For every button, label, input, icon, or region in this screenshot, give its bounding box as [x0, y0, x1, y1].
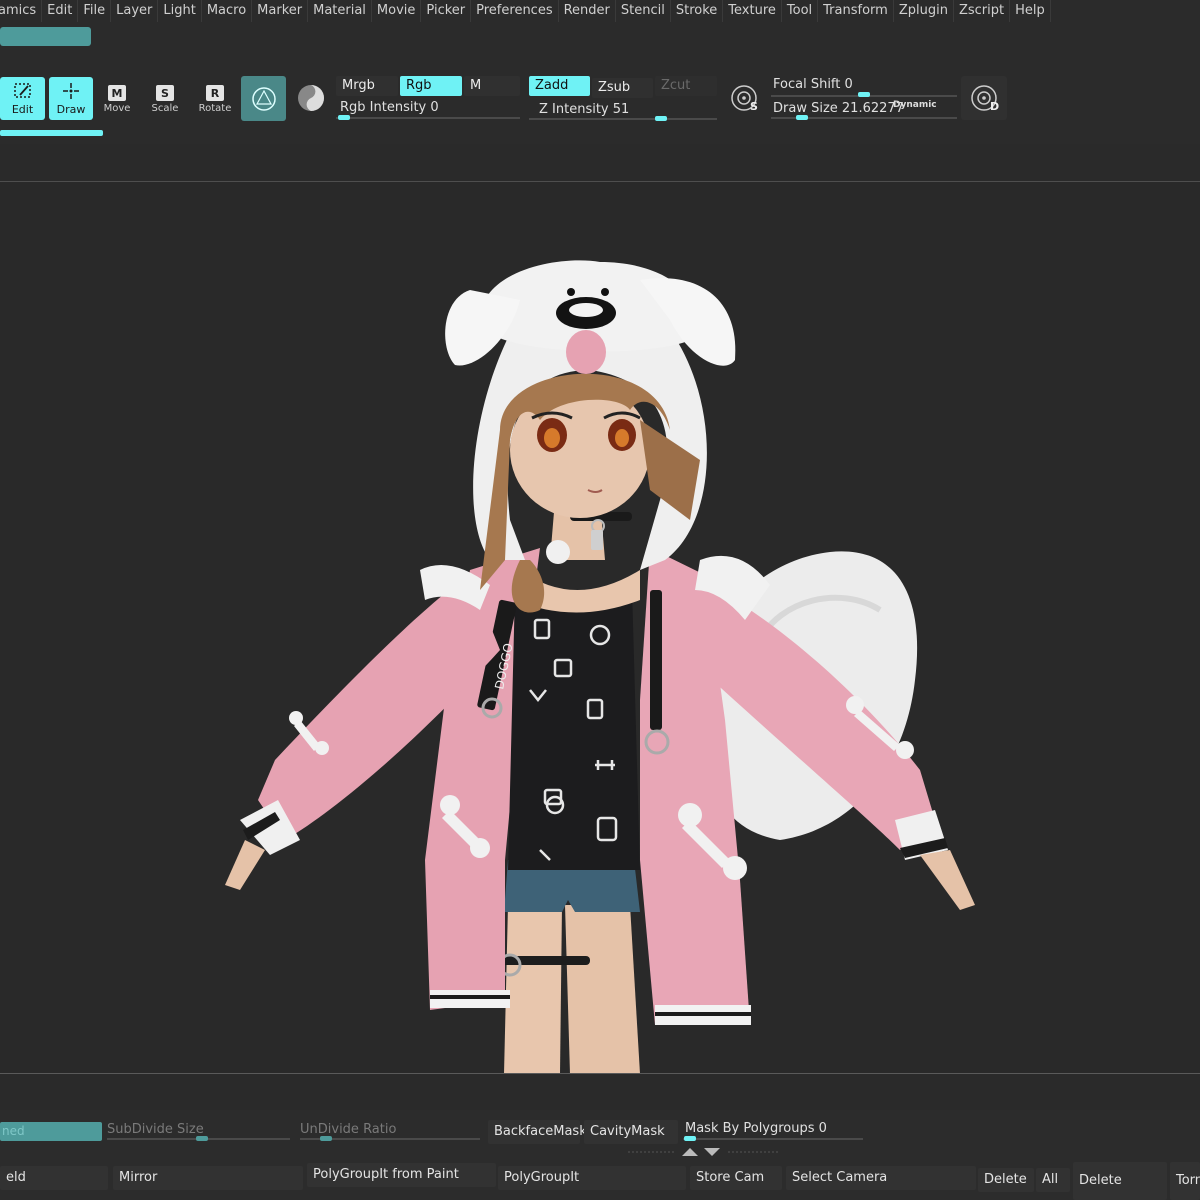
edit-icon [13, 83, 31, 98]
menu-item-stroke[interactable]: Stroke [671, 0, 724, 22]
rgb-button[interactable]: Rgb [400, 76, 462, 96]
teal-status-field[interactable] [0, 27, 91, 46]
focal-shift-label: Focal Shift 0 [773, 77, 853, 92]
draw-icon [63, 83, 79, 99]
move-button[interactable]: M Move [100, 84, 134, 114]
menu-item-tool[interactable]: Tool [782, 0, 819, 22]
menu-item-help[interactable]: Help [1010, 0, 1051, 22]
rotate-button[interactable]: R Rotate [197, 84, 233, 114]
eld-button[interactable]: eld [0, 1166, 108, 1190]
rgb-intensity-slider[interactable] [336, 117, 520, 119]
lazymouse-s-letter: S [750, 100, 758, 113]
menu-item-zscript[interactable]: Zscript [954, 0, 1011, 22]
zcut-button[interactable]: Zcut [655, 76, 717, 96]
menu-item-stencil[interactable]: Stencil [616, 0, 671, 22]
torn-button[interactable]: Torn [1170, 1162, 1200, 1200]
z-intensity-knob[interactable] [655, 116, 667, 121]
undivide-ratio-knob[interactable] [320, 1136, 332, 1141]
draw-button[interactable]: Draw [49, 77, 93, 120]
undivide-ratio-label: UnDivide Ratio [300, 1122, 397, 1137]
bottom-panel: ned SubDivide Size UnDivide Ratio Backfa… [0, 1110, 1200, 1200]
material-button[interactable] [241, 76, 286, 121]
right-leg [565, 905, 640, 1074]
delete-button[interactable]: Delete [978, 1168, 1034, 1192]
subdivide-size-label: SubDivide Size [107, 1122, 204, 1137]
material-sphere-icon [251, 86, 276, 111]
scale-label: Scale [151, 103, 179, 114]
mask-by-polygroups-label: Mask By Polygroups 0 [685, 1121, 827, 1136]
z-intensity-slider[interactable] [529, 118, 717, 120]
z-intensity-label: Z Intensity 51 [539, 102, 630, 117]
mirror-button[interactable]: Mirror [113, 1166, 303, 1190]
all-button[interactable]: All [1036, 1168, 1070, 1192]
draw-size-knob[interactable] [796, 115, 808, 120]
menu-item-light[interactable]: Light [158, 0, 202, 22]
texture-sphere-icon [298, 85, 324, 111]
draw-size-label: Draw Size 21.62277 [773, 101, 904, 116]
texture-button[interactable] [294, 78, 328, 118]
edit-label: Edit [11, 103, 34, 116]
mrgb-button[interactable]: Mrgb [336, 76, 398, 96]
ned-field[interactable]: ned [0, 1122, 102, 1141]
move-icon: M [108, 85, 126, 101]
menu-item-material[interactable]: Material [308, 0, 372, 22]
cavity-mask-button[interactable]: CavityMask [584, 1120, 678, 1144]
draw-label: Draw [56, 103, 86, 116]
move-label: Move [103, 103, 131, 114]
document-canvas[interactable]: DOGGO [0, 182, 1200, 1074]
subdivide-size-knob[interactable] [196, 1136, 208, 1141]
lazymouse-d-letter: D [990, 100, 1000, 113]
shirt [508, 588, 640, 870]
left-leg [504, 905, 562, 1074]
mask-by-polygroups-knob[interactable] [684, 1136, 696, 1141]
lazymouse-d-button[interactable]: D [961, 76, 1007, 120]
dynamic-toggle[interactable]: Dynamic [893, 100, 937, 110]
delete-large-button[interactable]: Delete [1073, 1162, 1167, 1200]
character-model-render: DOGGO [225, 260, 975, 1074]
menu-item-marker[interactable]: Marker [252, 0, 309, 22]
zadd-button[interactable]: Zadd [529, 76, 590, 96]
scale-button[interactable]: S Scale [148, 84, 182, 114]
menu-item-picker[interactable]: Picker [421, 0, 472, 22]
select-camera-button[interactable]: Select Camera [786, 1166, 976, 1190]
right-hand [920, 850, 975, 910]
mask-by-polygroups-slider[interactable] [683, 1138, 863, 1140]
rgb-intensity-label: Rgb Intensity 0 [340, 100, 439, 115]
menu-item-zplugin[interactable]: Zplugin [894, 0, 954, 22]
menu-item-movie[interactable]: Movie [372, 0, 422, 22]
zsub-button[interactable]: Zsub [592, 78, 653, 98]
menu-item-macro[interactable]: Macro [202, 0, 253, 22]
store-cam-button[interactable]: Store Cam [690, 1166, 782, 1190]
menu-item-transform[interactable]: Transform [818, 0, 894, 22]
polygroupit-button[interactable]: PolyGroupIt [498, 1166, 686, 1190]
menu-item-texture[interactable]: Texture [723, 0, 782, 22]
tongue [566, 330, 606, 374]
left-hand [225, 840, 265, 890]
focal-shift-knob[interactable] [858, 92, 870, 97]
viewport-bottom-border [0, 1073, 1200, 1074]
menu-item-amics[interactable]: amics [0, 0, 43, 22]
m-button[interactable]: M [464, 76, 520, 96]
rotate-label: Rotate [198, 103, 232, 114]
polygroupit-from-paint-button[interactable]: PolyGroupIt from Paint [307, 1163, 496, 1187]
rotate-icon: R [206, 85, 224, 101]
menu-bar: amics Edit File Layer Light Macro Marker Materi… [0, 0, 1200, 22]
lazymouse-s-button[interactable]: S [722, 76, 766, 120]
menu-item-file[interactable]: File [78, 0, 112, 22]
menu-item-preferences[interactable]: Preferences [471, 0, 559, 22]
collapse-arrows-icon[interactable] [628, 1146, 778, 1158]
menu-item-layer[interactable]: Layer [111, 0, 159, 22]
menu-item-edit[interactable]: Edit [42, 0, 79, 22]
menu-item-render[interactable]: Render [559, 0, 616, 22]
top-toolbar: Edit Draw M Move S Scale R Rotate Mrgb R… [0, 22, 1200, 144]
rgb-intensity-knob[interactable] [338, 115, 350, 120]
edit-button[interactable]: Edit [0, 77, 45, 120]
tool-progress-bar [0, 130, 103, 136]
backface-mask-button[interactable]: BackfaceMask [488, 1120, 587, 1144]
scale-icon: S [156, 85, 174, 101]
